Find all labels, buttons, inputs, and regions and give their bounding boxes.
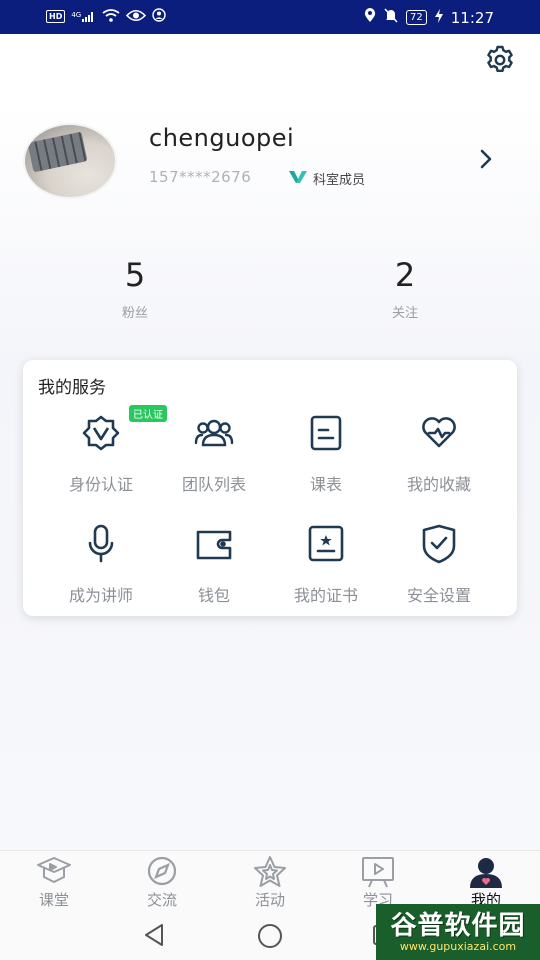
service-security-settings[interactable]: 安全设置 (383, 524, 495, 614)
profile-arrow-icon[interactable] (476, 148, 496, 170)
video-board-icon (360, 855, 396, 889)
service-label: 钱包 (197, 586, 230, 605)
avatar[interactable] (25, 125, 115, 197)
back-icon[interactable] (142, 922, 166, 952)
battery-icon: 72 (406, 10, 427, 25)
services-title: 我的服务 (38, 378, 106, 398)
charging-icon (434, 8, 443, 27)
service-schedule[interactable]: 课表 (270, 413, 382, 503)
watermark-name: 谷普软件园 (390, 911, 526, 941)
followers-count[interactable]: 5 (95, 256, 175, 294)
compass-icon (144, 855, 180, 889)
v-badge-icon (289, 170, 307, 188)
nav-learning[interactable]: 学习 (324, 851, 432, 911)
wallet-icon (194, 524, 234, 564)
nav-exchange[interactable]: 交流 (108, 851, 216, 911)
service-wallet[interactable]: 钱包 (158, 524, 270, 614)
schedule-icon (306, 413, 346, 453)
shield-check-icon (419, 524, 459, 564)
microphone-icon (81, 524, 121, 564)
service-favorites[interactable]: 我的收藏 (383, 413, 495, 503)
following-label: 关注 (391, 306, 418, 321)
eye-icon (126, 9, 147, 25)
nav-activities[interactable]: 活动 (216, 851, 324, 911)
status-right: 72 11:27 (364, 8, 494, 27)
service-certificates[interactable]: 我的证书 (270, 524, 382, 614)
badge-check-icon (81, 413, 121, 453)
username: chenguopei (149, 124, 295, 152)
status-bar: HD 4G 72 11:27 (0, 0, 540, 34)
service-label: 成为讲师 (68, 586, 133, 605)
profile-icon (468, 855, 504, 889)
user-circle-icon (152, 8, 166, 25)
service-label: 团队列表 (181, 475, 246, 494)
star-icon (252, 855, 288, 889)
service-label: 我的收藏 (406, 475, 471, 494)
location-icon (364, 8, 376, 27)
role-label: 科室成员 (313, 173, 366, 188)
nav-classroom[interactable]: 课堂 (0, 851, 108, 911)
network-label: 4G (71, 11, 82, 19)
team-icon (194, 413, 234, 453)
service-team-list[interactable]: 团队列表 (158, 413, 270, 503)
watermark-logo: 谷普软件园 www.gupuxiazai.com (376, 904, 540, 960)
home-icon[interactable] (257, 923, 283, 953)
followers-label: 粉丝 (121, 306, 148, 321)
role-badge: 科室成员 (289, 169, 365, 188)
4g-signal-icon: 4G (71, 11, 96, 22)
service-become-lecturer[interactable]: 成为讲师 (45, 524, 157, 614)
certificate-icon (306, 524, 346, 564)
service-label: 安全设置 (406, 586, 471, 605)
mute-icon (384, 8, 398, 27)
hd-icon: HD (46, 10, 66, 23)
status-left: HD 4G (46, 8, 166, 25)
service-label: 身份认证 (68, 475, 133, 494)
settings-gear-icon[interactable] (484, 44, 516, 76)
phone-number: 157****2676 (149, 168, 252, 186)
nav-label: 课堂 (38, 891, 69, 909)
classroom-icon (36, 855, 72, 889)
nav-label: 交流 (146, 891, 177, 909)
watermark-url: www.gupuxiazai.com (399, 940, 517, 953)
nav-label: 活动 (254, 891, 285, 909)
clock: 11:27 (450, 8, 494, 27)
bottom-nav: 课堂 交流 活动 学习 我的 (0, 850, 540, 911)
wifi-icon (102, 8, 120, 25)
nav-mine[interactable]: 我的 (432, 851, 540, 911)
service-label: 我的证书 (293, 586, 358, 605)
following-count[interactable]: 2 (365, 256, 445, 294)
heart-icon (419, 413, 459, 453)
services-card: 我的服务 已认证 身份认证 团队列表 课表 我的收藏 成为讲师 钱包 我的证书 … (23, 360, 517, 616)
service-identity-verification[interactable]: 已认证 身份认证 (45, 405, 167, 503)
service-label: 课表 (309, 475, 342, 494)
